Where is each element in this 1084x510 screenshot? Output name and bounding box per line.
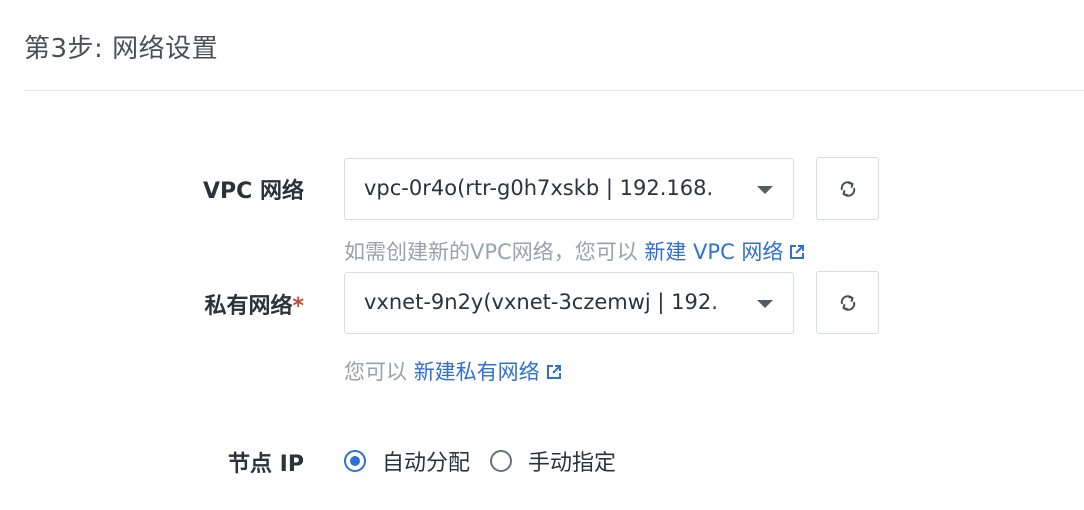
network-settings-page: 第3步: 网络设置 VPC 网络 vpc-0r4o(rtr-g0h7xskb |… bbox=[0, 0, 1084, 510]
external-link-icon bbox=[546, 365, 561, 379]
node-ip-label: 节点 IP bbox=[228, 452, 304, 477]
private-network-select[interactable]: vxnet-9n2y(vxnet-3czemwj | 192. bbox=[344, 272, 794, 334]
radio-auto-assign-label: 自动分配 bbox=[382, 451, 471, 476]
radio-manual-specify-label: 手动指定 bbox=[528, 451, 617, 476]
vpc-refresh-button[interactable] bbox=[816, 157, 879, 220]
radio-button-checked[interactable] bbox=[344, 450, 366, 472]
private-network-hint: 您可以 新建私有网络 bbox=[344, 356, 562, 386]
create-private-network-link[interactable]: 新建私有网络 bbox=[414, 360, 562, 384]
private-network-hint-text: 您可以 bbox=[344, 360, 414, 384]
required-mark: * bbox=[292, 294, 304, 319]
vpc-network-label: VPC 网络 bbox=[203, 179, 304, 204]
private-network-label-text: 私有网络 bbox=[204, 294, 293, 319]
vpc-hint: 如需创建新的VPC网络，您可以 新建 VPC 网络 bbox=[344, 236, 805, 266]
node-ip-radio-group: 自动分配 手动指定 bbox=[344, 446, 636, 476]
private-network-refresh-button[interactable] bbox=[816, 271, 879, 334]
vpc-network-value: vpc-0r4o(rtr-g0h7xskb | 192.168. bbox=[364, 176, 714, 200]
external-link-icon bbox=[790, 245, 805, 259]
refresh-icon bbox=[840, 181, 856, 197]
radio-manual-specify[interactable]: 手动指定 bbox=[490, 445, 616, 477]
private-network-label: 私有网络* bbox=[104, 288, 304, 320]
vpc-network-select[interactable]: vpc-0r4o(rtr-g0h7xskb | 192.168. bbox=[344, 158, 794, 220]
create-vpc-link-text: 新建 VPC 网络 bbox=[644, 240, 784, 264]
chevron-down-icon bbox=[757, 186, 773, 194]
divider bbox=[24, 90, 1084, 91]
section-title: 第3步: 网络设置 bbox=[24, 34, 219, 64]
chevron-down-icon bbox=[757, 300, 773, 308]
private-network-value: vxnet-9n2y(vxnet-3czemwj | 192. bbox=[364, 290, 718, 314]
create-private-network-link-text: 新建私有网络 bbox=[413, 360, 540, 384]
vpc-hint-text: 如需创建新的VPC网络，您可以 bbox=[344, 240, 645, 264]
create-vpc-link[interactable]: 新建 VPC 网络 bbox=[644, 240, 805, 264]
radio-auto-assign[interactable]: 自动分配 bbox=[344, 445, 470, 477]
refresh-icon bbox=[840, 295, 856, 311]
radio-button-unchecked[interactable] bbox=[490, 450, 513, 472]
